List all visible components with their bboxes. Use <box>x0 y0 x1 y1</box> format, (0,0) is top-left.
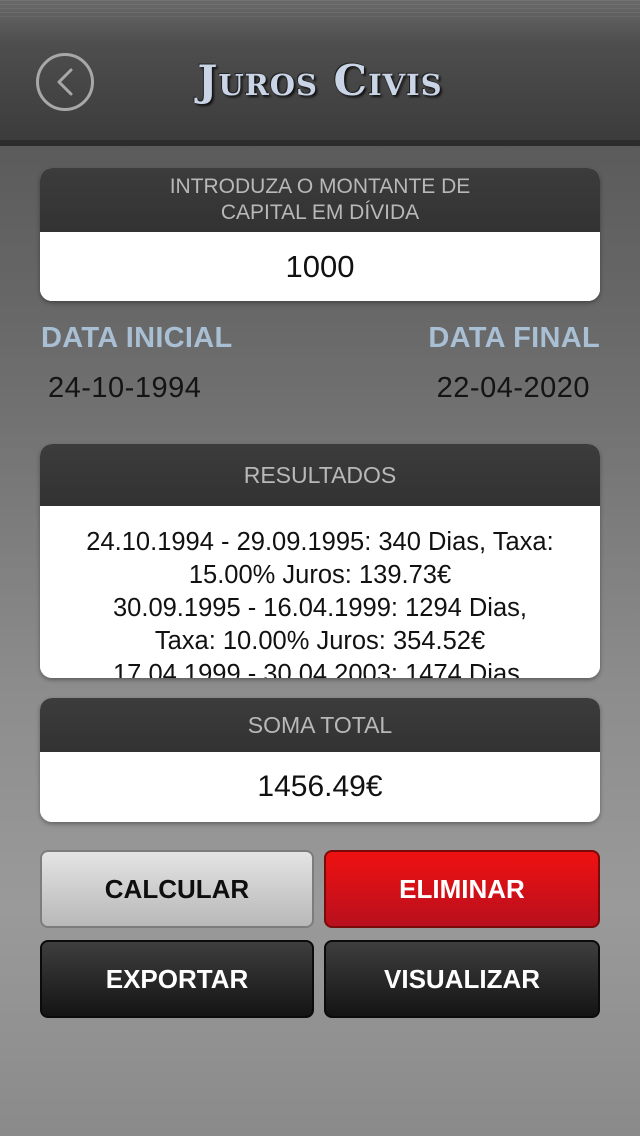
results-title: RESULTADOS <box>40 444 600 506</box>
export-button[interactable]: EXPORTAR <box>40 940 314 1018</box>
capital-input[interactable]: 1000 <box>40 232 600 301</box>
end-date-label: DATA FINAL <box>428 322 600 354</box>
total-value: 1456.49€ <box>40 752 600 822</box>
result-line: 17.04.1999 - 30.04.2003: 1474 Dias, <box>113 660 527 678</box>
capital-prompt-line1: INTRODUZA O MONTANTE DE <box>169 175 471 198</box>
view-button[interactable]: VISUALIZAR <box>324 940 600 1018</box>
nav-bar: Juros Civis <box>0 0 640 146</box>
result-line: Taxa: 10.00% Juros: 354.52€ <box>154 627 486 655</box>
status-bar-area <box>0 0 640 20</box>
result-line: 24.10.1994 - 29.09.1995: 340 Dias, Taxa: <box>86 528 554 556</box>
result-line: 15.00% Juros: 139.73€ <box>188 561 452 589</box>
result-line: 30.09.1995 - 16.04.1999: 1294 Dias, <box>113 594 527 622</box>
total-card: SOMA TOTAL 1456.49€ <box>40 698 600 822</box>
capital-prompt-line2: CAPITAL EM DÍVIDA <box>220 201 420 224</box>
results-list[interactable]: 24.10.1994 - 29.09.1995: 340 Dias, Taxa:… <box>40 506 600 678</box>
capital-prompt: INTRODUZA O MONTANTE DE CAPITAL EM DÍVID… <box>40 168 600 232</box>
total-title: SOMA TOTAL <box>40 698 600 752</box>
results-card: RESULTADOS 24.10.1994 - 29.09.1995: 340 … <box>40 444 600 678</box>
capital-card: INTRODUZA O MONTANTE DE CAPITAL EM DÍVID… <box>40 168 600 301</box>
end-date-field[interactable]: 22-04-2020 <box>437 372 590 405</box>
delete-button[interactable]: ELIMINAR <box>324 850 600 928</box>
start-date-label: DATA INICIAL <box>41 322 233 354</box>
page-title: Juros Civis <box>197 56 443 105</box>
start-date-field[interactable]: 24-10-1994 <box>48 372 201 405</box>
calculate-button[interactable]: CALCULAR <box>40 850 314 928</box>
